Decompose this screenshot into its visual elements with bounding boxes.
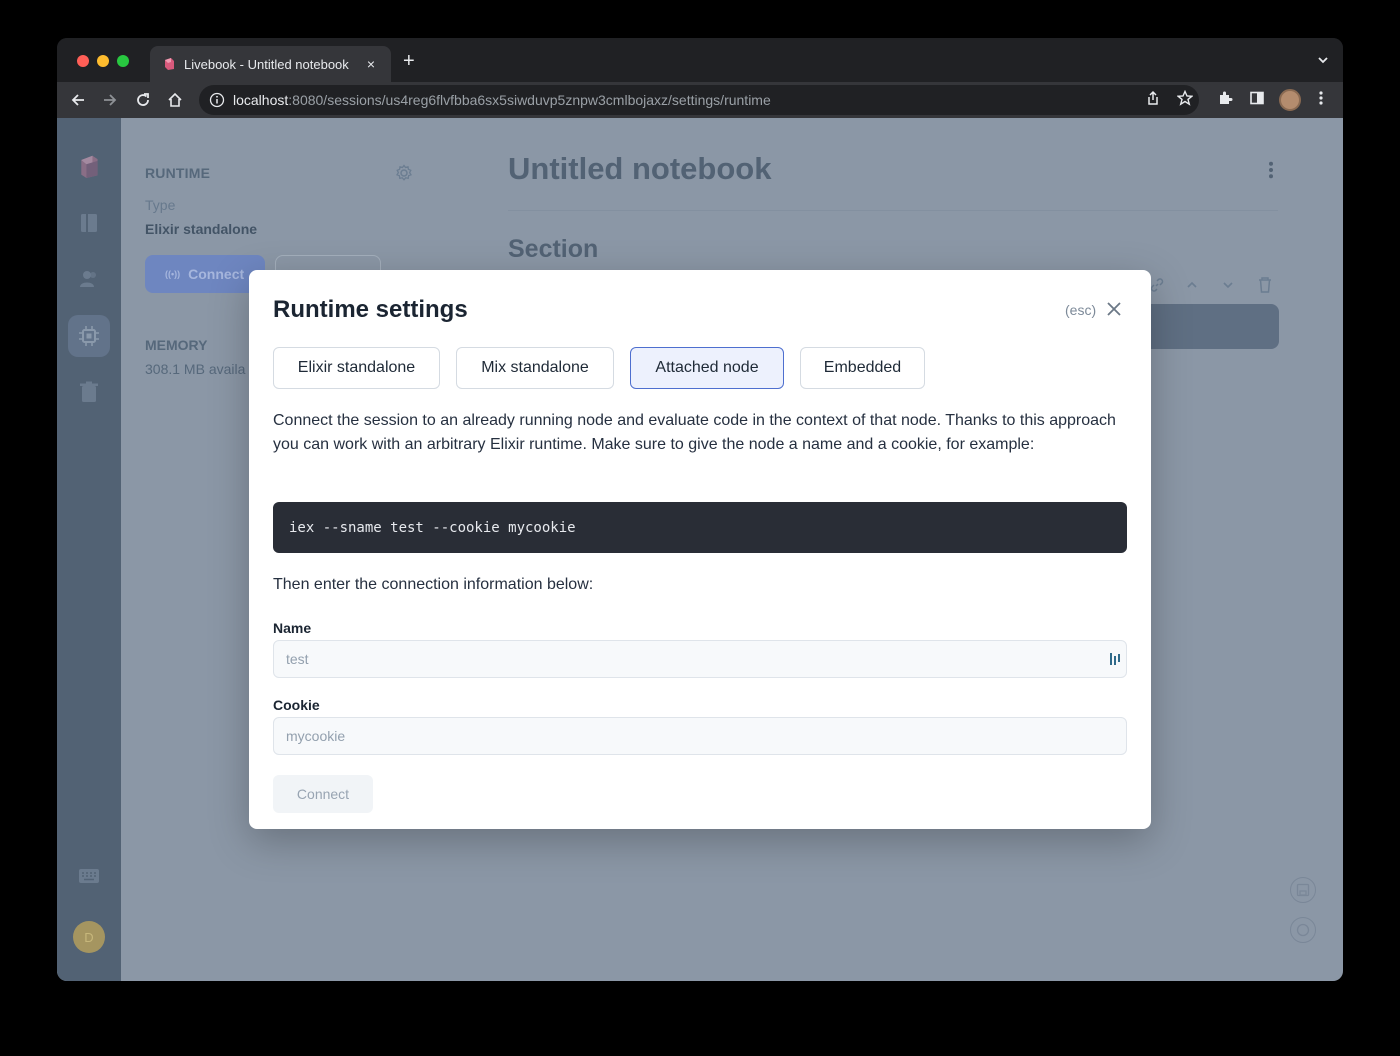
maximize-window-button[interactable] [117, 55, 129, 67]
browser-menu-icon[interactable] [1311, 88, 1331, 108]
tab-mix-standalone[interactable]: Mix standalone [456, 347, 614, 389]
tab-close-icon[interactable]: × [363, 56, 379, 72]
esc-hint: (esc) [1065, 302, 1097, 318]
keyboard-shortcuts-icon[interactable] [77, 864, 101, 888]
sidebar: D [57, 118, 121, 981]
minimize-window-button[interactable] [97, 55, 109, 67]
extensions-puzzle-icon[interactable] [1215, 88, 1235, 108]
tab-search-chevron-icon[interactable] [1317, 54, 1329, 66]
memory-heading: MEMORY [145, 337, 208, 353]
name-input[interactable] [273, 640, 1127, 678]
site-info-icon[interactable] [209, 92, 225, 108]
runtime-settings-modal: Runtime settings (esc) Elixir standalone… [249, 270, 1151, 829]
share-icon[interactable] [1143, 88, 1163, 108]
modal-title: Runtime settings [273, 296, 468, 323]
close-window-button[interactable] [77, 55, 89, 67]
password-manager-icon[interactable] [1109, 652, 1121, 666]
connect-button[interactable]: Connect [273, 775, 373, 813]
section-title[interactable]: Section [508, 235, 598, 264]
address-bar[interactable]: localhost:8080/sessions/us4reg6flvfbba6s… [199, 85, 1199, 115]
close-icon[interactable] [1105, 300, 1123, 318]
save-icon[interactable] [1290, 877, 1316, 903]
back-arrow-icon[interactable] [66, 88, 90, 112]
tab-title: Livebook - Untitled notebook [184, 56, 349, 72]
attached-node-description: Connect the session to an already runnin… [273, 412, 1116, 453]
memory-value: 308.1 MB availa [145, 361, 246, 377]
title-divider [508, 210, 1278, 211]
cookie-input[interactable] [273, 717, 1127, 755]
cell-placeholder [1137, 304, 1279, 349]
side-panel-icon[interactable] [1247, 88, 1267, 108]
browser-toolbar: localhost:8080/sessions/us4reg6flvfbba6s… [57, 82, 1343, 118]
runtime-type-label: Type [145, 197, 176, 213]
trash-icon[interactable] [77, 380, 101, 404]
users-icon[interactable] [77, 267, 101, 291]
tab-strip: Livebook - Untitled notebook × + [57, 38, 1343, 82]
cookie-label: Cookie [273, 697, 320, 713]
connection-instructions: Then enter the connection information be… [273, 576, 594, 593]
code-example: iex --sname test --cookie mycookie [273, 502, 1127, 553]
home-icon[interactable] [163, 88, 187, 112]
livebook-favicon-icon [165, 58, 174, 70]
browser-tab[interactable]: Livebook - Untitled notebook × [150, 46, 391, 82]
name-label: Name [273, 620, 312, 636]
bookmark-star-icon[interactable] [1175, 88, 1195, 108]
new-tab-button[interactable]: + [403, 51, 415, 71]
profile-avatar[interactable] [1279, 89, 1301, 111]
forward-arrow-icon[interactable] [98, 88, 122, 112]
broadcast-icon: ((•)) [165, 269, 181, 279]
move-up-chevron-icon[interactable] [1183, 276, 1201, 294]
url-host: localhost [233, 92, 289, 108]
runtime-panel-heading: RUNTIME [145, 165, 211, 181]
notebook-title[interactable]: Untitled notebook [508, 151, 771, 187]
code-example-text: iex --sname test --cookie mycookie [289, 519, 576, 536]
url-path: :8080/sessions/us4reg6flvfbba6sx5siwduvp… [288, 92, 771, 108]
livebook-logo-icon[interactable] [77, 154, 101, 178]
tab-elixir-standalone[interactable]: Elixir standalone [273, 347, 440, 389]
runtime-connect-button[interactable]: ((•)) Connect [145, 255, 265, 293]
status-circle-icon[interactable] [1290, 917, 1316, 943]
notebooks-icon[interactable] [77, 211, 101, 235]
notebook-menu-icon[interactable] [1263, 160, 1279, 180]
cpu-runtime-icon[interactable] [77, 324, 101, 348]
tab-embedded[interactable]: Embedded [800, 347, 925, 389]
delete-section-icon[interactable] [1256, 276, 1274, 294]
runtime-connect-label: Connect [188, 266, 245, 282]
move-down-chevron-icon[interactable] [1219, 276, 1237, 294]
user-avatar[interactable]: D [73, 921, 105, 953]
reload-icon[interactable] [131, 88, 155, 112]
runtime-type-value: Elixir standalone [145, 221, 258, 237]
gear-icon[interactable] [395, 164, 413, 182]
tab-attached-node[interactable]: Attached node [630, 347, 784, 389]
